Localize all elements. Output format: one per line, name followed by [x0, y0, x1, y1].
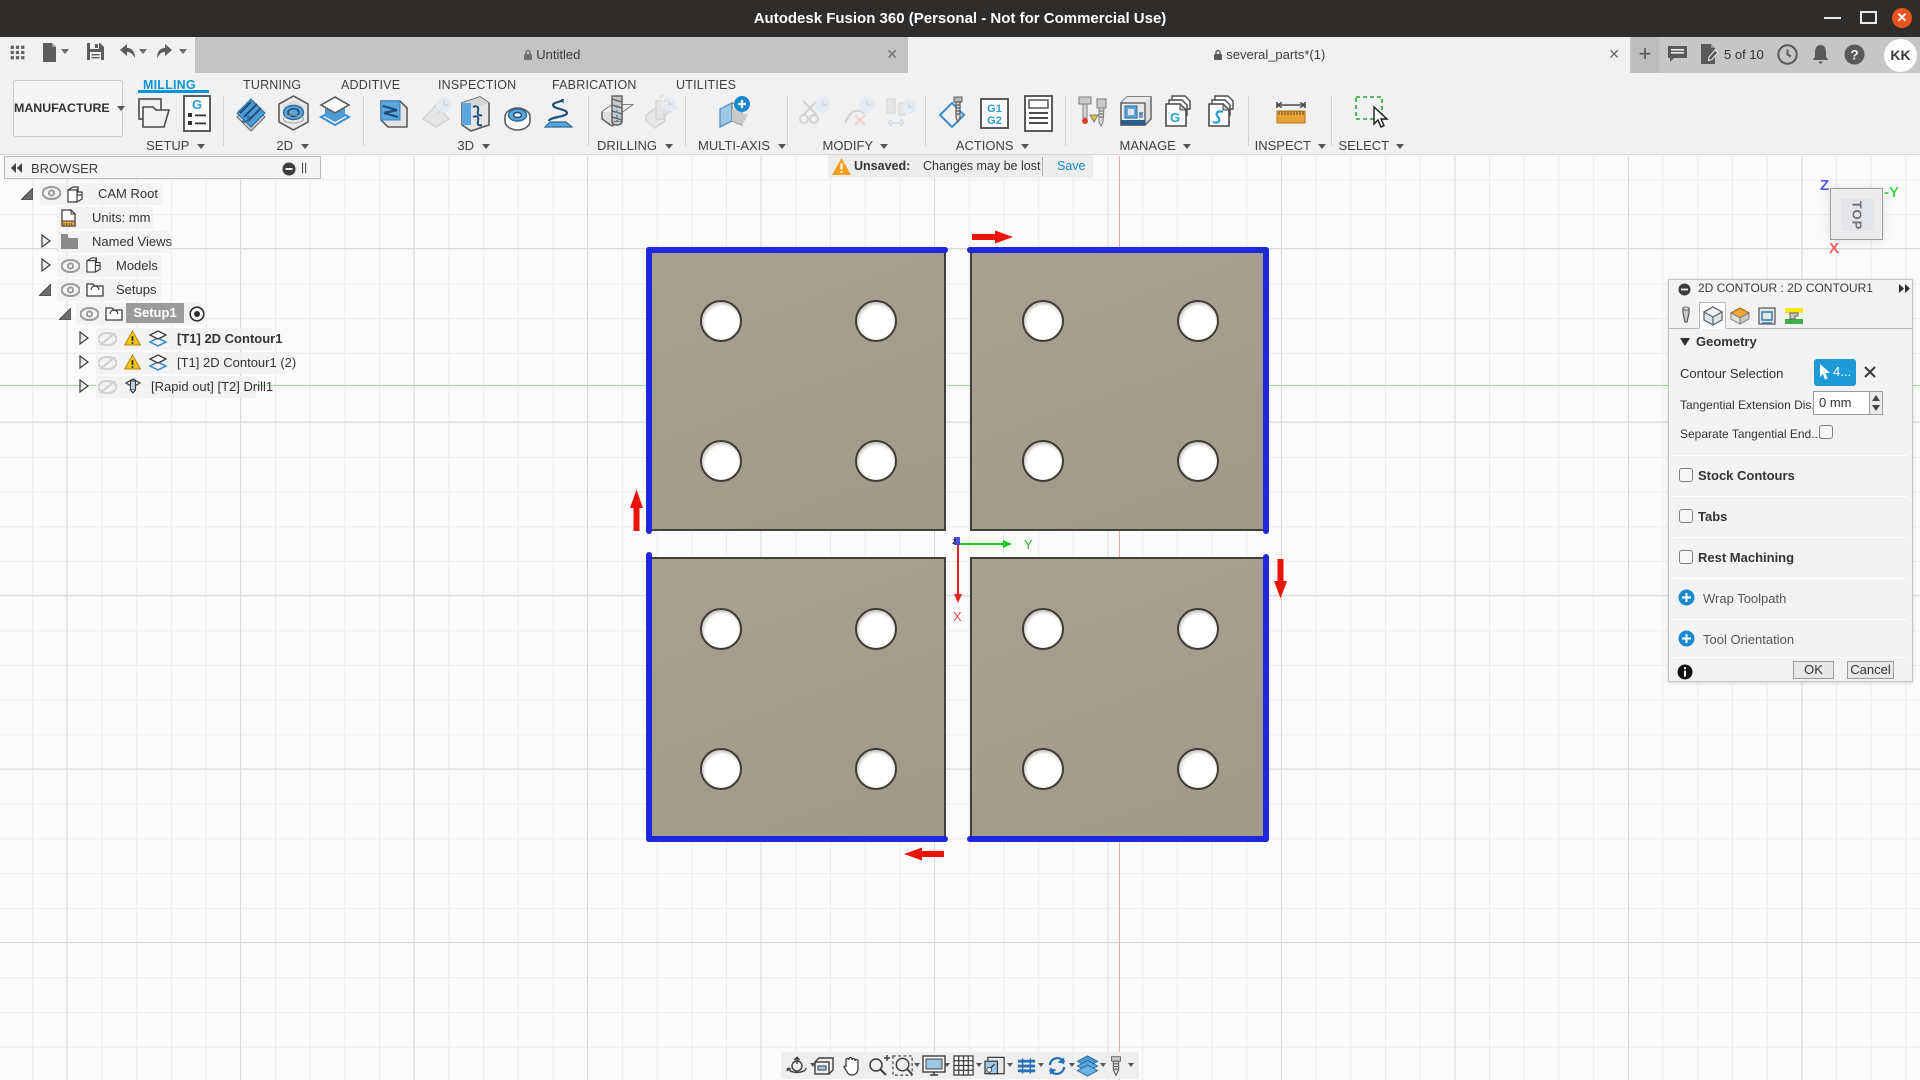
svg-text:G: G — [192, 97, 202, 112]
svg-text:?: ? — [1850, 47, 1859, 63]
svg-text:G: G — [1170, 110, 1180, 125]
svg-text:Y: Y — [1024, 537, 1033, 552]
svg-text:G2: G2 — [987, 115, 1002, 127]
svg-text:z: z — [952, 536, 957, 546]
svg-text:X: X — [953, 609, 962, 624]
svg-text:G1: G1 — [987, 103, 1002, 115]
